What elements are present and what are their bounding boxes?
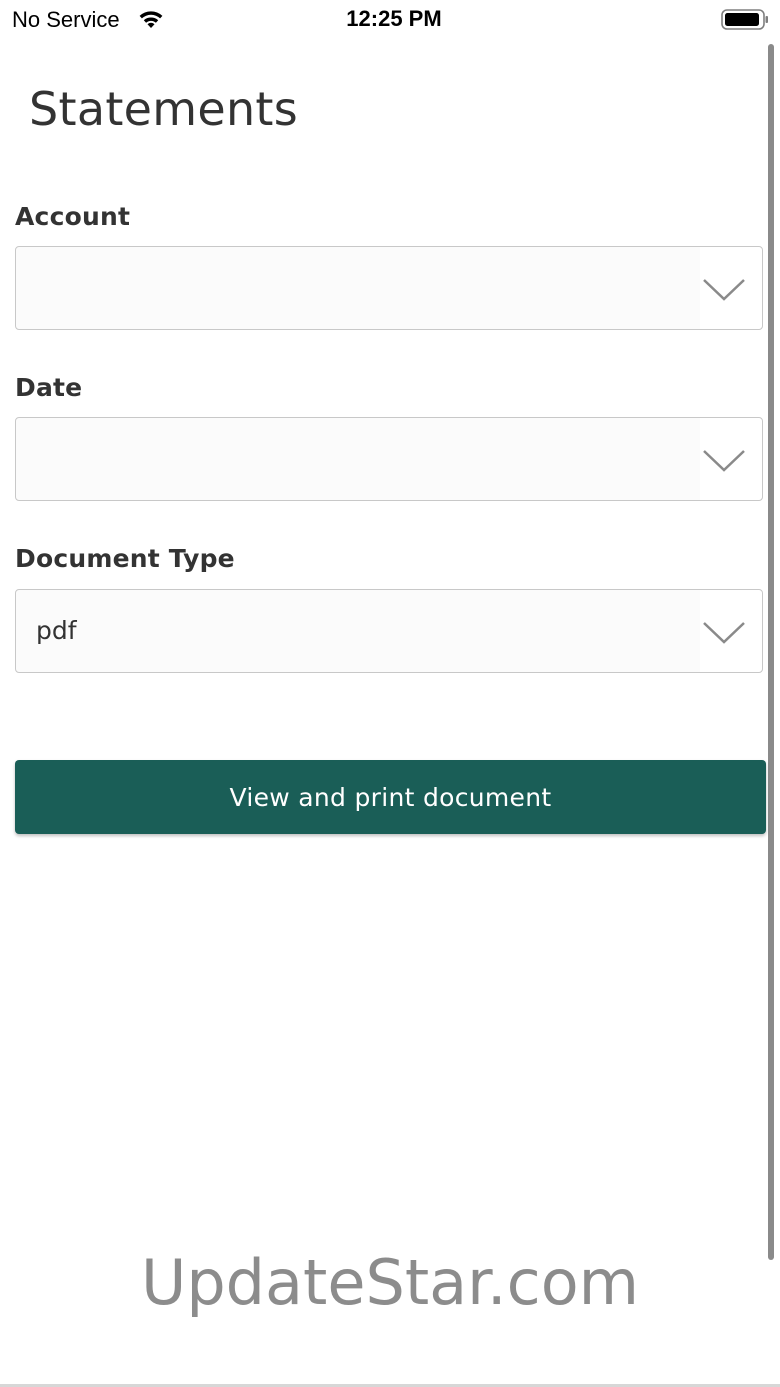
chevron-down-icon [703, 279, 745, 301]
account-select-arrow[interactable] [700, 247, 762, 329]
account-label: Account [15, 202, 131, 231]
battery-icon [721, 9, 768, 30]
account-select[interactable] [15, 246, 763, 330]
document-type-label: Document Type [15, 544, 235, 573]
chevron-down-icon [703, 450, 745, 472]
date-label: Date [15, 373, 83, 402]
page-title: Statements [29, 82, 299, 136]
chevron-down-icon [703, 622, 745, 644]
document-type-select-arrow[interactable] [700, 590, 762, 672]
document-type-select[interactable]: pdf [15, 589, 763, 673]
status-bar: No Service 12:25 PM [0, 0, 780, 40]
status-time: 12:25 PM [346, 6, 442, 31]
date-select-arrow[interactable] [700, 418, 762, 500]
document-type-select-value: pdf [36, 616, 77, 645]
scrollbar[interactable] [768, 44, 774, 1260]
watermark-text: UpdateStar.com [140, 1246, 640, 1319]
view-and-print-button[interactable]: View and print document [15, 760, 766, 834]
date-select[interactable] [15, 417, 763, 501]
